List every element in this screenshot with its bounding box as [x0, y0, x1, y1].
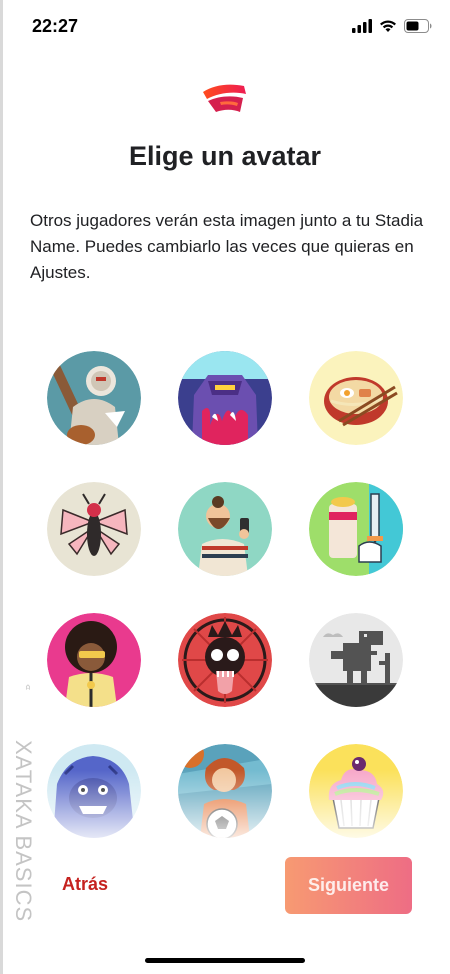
- page-title: Elige un avatar: [128, 141, 322, 171]
- avatar-skull[interactable]: [178, 613, 272, 707]
- wifi-icon: [380, 20, 396, 32]
- status-time: 22:27: [32, 16, 79, 36]
- watermark-rule: [0, 0, 3, 974]
- avatar-sword-cup[interactable]: [309, 482, 403, 576]
- avatar-grid: [47, 351, 403, 841]
- back-button[interactable]: Atrás: [62, 874, 108, 895]
- stadia-logo-icon: [203, 84, 246, 112]
- page-description: Otros jugadores verán esta imagen junto …: [30, 211, 424, 282]
- avatar-ramen[interactable]: [309, 351, 403, 445]
- status-bar: 22:27: [0, 0, 450, 54]
- grid-fade-overlay: [0, 770, 450, 850]
- xataka-logo-icon: [25, 684, 30, 691]
- battery-icon: [404, 19, 432, 33]
- watermark-text: XATAKA BASICS: [11, 740, 36, 923]
- avatar-warrior[interactable]: [47, 351, 141, 445]
- signal-icon: [352, 19, 372, 33]
- avatar-insect[interactable]: [47, 482, 141, 576]
- avatar-bearded-man[interactable]: [178, 482, 272, 576]
- status-icons: [352, 19, 432, 33]
- home-indicator: [145, 958, 305, 963]
- avatar-robot[interactable]: [178, 351, 272, 445]
- next-button[interactable]: Siguiente: [285, 857, 412, 914]
- avatar-dino[interactable]: [309, 613, 403, 707]
- avatar-afro-hero[interactable]: [47, 613, 141, 707]
